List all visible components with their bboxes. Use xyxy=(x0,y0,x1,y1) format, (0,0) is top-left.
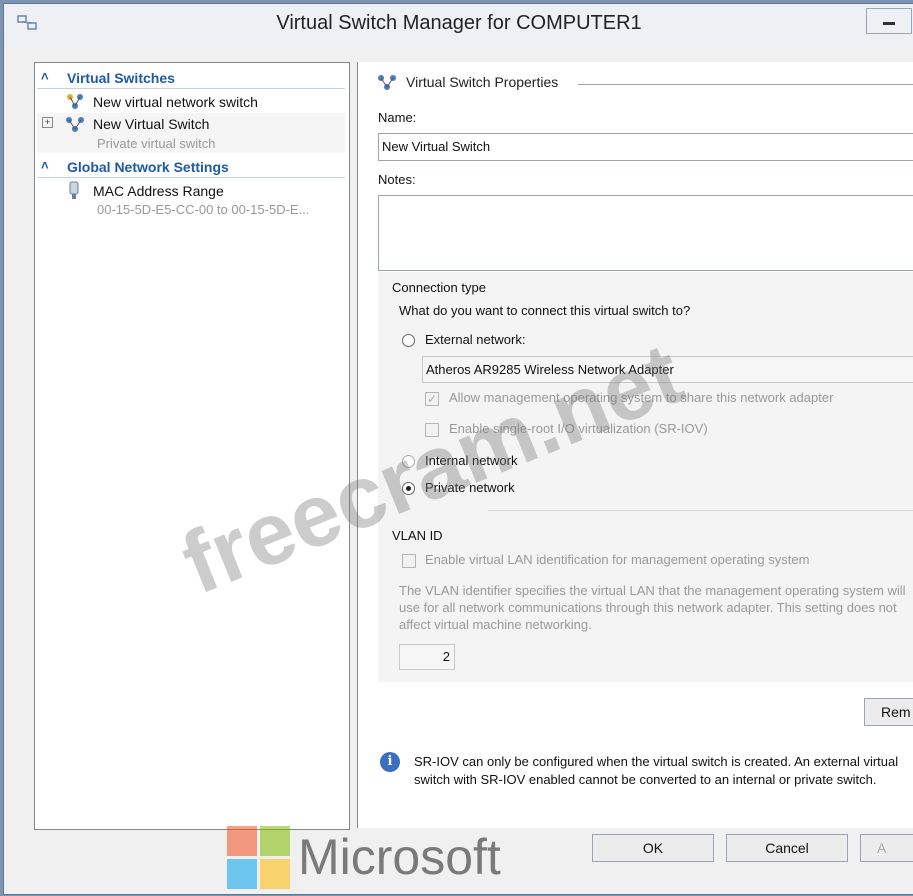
external-network-radio[interactable] xyxy=(402,334,415,347)
remove-button[interactable]: Rem xyxy=(864,698,913,726)
microsoft-logo-icon xyxy=(227,826,291,890)
mac-range-value: 00-15-5D-E5-CC-00 to 00-15-5D-E... xyxy=(97,202,310,217)
allow-management-checkbox[interactable]: ✓ xyxy=(425,392,439,406)
connection-question: What do you want to connect this virtual… xyxy=(399,303,691,318)
global-network-settings-header[interactable]: ˄ Global Network Settings xyxy=(37,157,345,178)
virtual-switches-label: Virtual Switches xyxy=(67,70,175,86)
ok-button[interactable]: OK xyxy=(592,834,714,862)
switch-type-label: Private virtual switch xyxy=(97,136,216,151)
tree-item-mac-address-range[interactable]: MAC Address Range 00-15-5D-E5-CC-00 to 0… xyxy=(37,181,345,221)
section-divider xyxy=(578,84,913,85)
minimize-icon xyxy=(883,22,895,25)
new-switch-label: New virtual network switch xyxy=(93,94,258,110)
name-input[interactable]: New Virtual Switch xyxy=(378,133,913,161)
notes-label: Notes: xyxy=(378,172,416,187)
window-title: Virtual Switch Manager for COMPUTER1 xyxy=(276,12,642,34)
vlan-enable-label: Enable virtual LAN identification for ma… xyxy=(425,552,810,567)
new-switch-icon xyxy=(67,94,83,109)
group-divider xyxy=(488,510,913,511)
info-icon: i xyxy=(380,752,400,772)
vlan-description: The VLAN identifier specifies the virtua… xyxy=(399,583,906,632)
navigation-tree[interactable]: ˄ Virtual Switches New virtual network s… xyxy=(34,62,350,830)
notes-textarea[interactable] xyxy=(378,195,913,271)
external-network-label: External network: xyxy=(425,332,526,347)
section-title: Virtual Switch Properties xyxy=(406,74,559,90)
apply-button[interactable]: A xyxy=(860,834,913,862)
name-label: Name: xyxy=(378,110,417,125)
switch-name-label: New Virtual Switch xyxy=(93,116,210,132)
collapse-chevron-icon[interactable]: ˄ xyxy=(41,158,49,173)
vlan-id-input[interactable]: 2 xyxy=(399,644,455,670)
network-adapter-icon xyxy=(69,181,79,199)
collapse-chevron-icon[interactable]: ˄ xyxy=(41,69,49,84)
expand-icon[interactable]: + xyxy=(42,117,53,128)
vlan-enable-checkbox[interactable] xyxy=(402,554,416,568)
cancel-button[interactable]: Cancel xyxy=(726,834,848,862)
info-message: SR-IOV can only be configured when the v… xyxy=(414,754,899,787)
microsoft-logo-text: Microsoft xyxy=(298,829,501,885)
mac-range-label: MAC Address Range xyxy=(93,183,224,199)
tree-item-new-virtual-network-switch[interactable]: New virtual network switch xyxy=(37,91,345,113)
network-switch-icon xyxy=(66,117,84,132)
connection-type-title: Connection type xyxy=(392,280,486,295)
global-settings-label: Global Network Settings xyxy=(67,159,229,175)
tree-item-new-virtual-switch[interactable]: + New Virtual Switch Private virtual swi… xyxy=(37,113,345,153)
virtual-switches-header[interactable]: ˄ Virtual Switches xyxy=(37,68,345,89)
network-switch-icon xyxy=(378,75,396,90)
title-bar[interactable]: Virtual Switch Manager for COMPUTER1 xyxy=(4,4,913,44)
minimize-button[interactable] xyxy=(866,8,912,34)
